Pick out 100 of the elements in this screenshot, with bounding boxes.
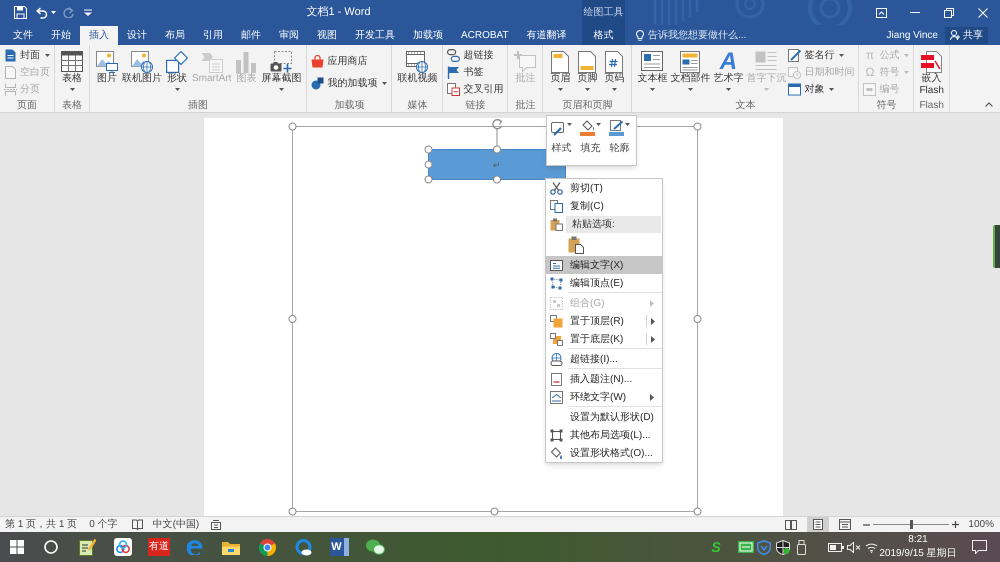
app-tile-button[interactable]: W (330, 538, 348, 556)
undo-icon[interactable] (36, 6, 48, 18)
zoom-slider-track[interactable] (873, 520, 950, 529)
notepad-app-icon[interactable] (78, 538, 96, 556)
resize-handle[interactable] (490, 508, 498, 516)
customize-toolbar-icon[interactable] (84, 9, 92, 16)
search-circle-icon[interactable] (44, 540, 58, 554)
wifi-icon[interactable] (865, 542, 878, 552)
volume-muted-icon[interactable] (846, 542, 860, 552)
resize-handle[interactable] (694, 315, 702, 323)
macro-record-icon[interactable] (211, 520, 222, 530)
menu-item[interactable]: 超链接(I)... (546, 350, 662, 368)
resize-handle[interactable] (288, 315, 296, 323)
object-button[interactable]: 对象 (788, 81, 834, 98)
notifications-icon[interactable] (972, 540, 986, 554)
proofing-icon[interactable] (132, 519, 143, 530)
ribbon-tab[interactable]: 审阅 (270, 26, 308, 45)
menu-item[interactable]: 设置为默认形状(D) (546, 408, 662, 426)
resize-handle[interactable] (288, 122, 296, 130)
shapes-button[interactable]: 形状 (164, 47, 190, 100)
menu-item[interactable]: 编辑文字(X) (546, 256, 662, 274)
menu-item[interactable]: 置于顶层(R) (546, 312, 662, 330)
ribbon-tab[interactable]: ACROBAT (452, 26, 518, 45)
ribbon-tab[interactable]: 有道翻译 (518, 26, 576, 45)
ring-cloud-app-icon[interactable] (294, 538, 312, 556)
battery-icon[interactable] (828, 542, 844, 552)
bookmark-button[interactable]: 书签 (447, 64, 484, 81)
tray-app-icon[interactable] (738, 541, 754, 553)
word-count[interactable]: 0 个字 (89, 517, 118, 532)
my-add-ins-button[interactable]: 我的加载项 (311, 75, 388, 92)
zoom-slider-thumb[interactable] (910, 520, 913, 529)
rotation-handle[interactable] (492, 119, 502, 146)
text-box-button[interactable]: 文本框 (636, 47, 668, 100)
ribbon-tab[interactable]: 布局 (156, 26, 194, 45)
resize-handle[interactable] (694, 508, 702, 516)
input-method-indicator[interactable]: S (711, 539, 721, 555)
menu-item[interactable]: 置于底层(K) (546, 330, 662, 348)
fill-button[interactable]: 填充 (576, 116, 605, 165)
embed-flash-button[interactable]: 嵌入 Flash (918, 47, 945, 100)
zoom-in-icon[interactable] (952, 521, 960, 528)
footer-button[interactable]: 页脚 (574, 47, 600, 100)
store-button[interactable]: 应用商店 (311, 52, 368, 70)
ribbon-tab[interactable]: 设计 (118, 26, 156, 45)
ribbon-tab[interactable]: 插入 (80, 26, 118, 45)
app-tile-button[interactable]: 有道 (148, 538, 170, 556)
page-number-button[interactable]: 页码 (601, 47, 628, 100)
windows-start-icon[interactable] (10, 540, 24, 554)
folder-icon[interactable] (222, 540, 240, 554)
shield-check-icon[interactable] (776, 540, 790, 554)
online-video-button[interactable]: 联机视频 (396, 47, 438, 100)
usb-drive-icon[interactable] (796, 540, 806, 554)
ribbon-display-options-icon[interactable] (876, 8, 886, 18)
collapse-ribbon-icon[interactable] (985, 102, 993, 107)
shield-icon[interactable] (757, 540, 771, 554)
menu-item[interactable]: 插入题注(N)... (546, 370, 662, 388)
close-icon[interactable] (978, 8, 988, 18)
rings-app-icon[interactable] (114, 538, 132, 556)
outline-button[interactable]: 轮廓 (605, 116, 634, 165)
paste-option-button[interactable] (566, 234, 586, 255)
wordart-button[interactable]: A 艺术字 (712, 47, 744, 100)
view-button[interactable] (807, 517, 830, 532)
restore-icon[interactable] (944, 8, 954, 18)
resize-handle[interactable] (288, 508, 296, 516)
style-button[interactable]: 样式 (547, 116, 576, 165)
resize-handle[interactable] (694, 122, 702, 130)
screenshot-button[interactable]: 屏幕截图 (260, 47, 302, 100)
ribbon-tab[interactable]: 加载项 (404, 26, 452, 45)
document-parts-button[interactable]: 文档部件 (669, 47, 712, 100)
ribbon-tab[interactable]: 开始 (42, 26, 80, 45)
ribbon-tab[interactable]: 开发工具 (346, 26, 404, 45)
account-name[interactable]: Jiang Vince (886, 28, 938, 42)
menu-item[interactable]: 剪切(T) (546, 179, 662, 197)
menu-item[interactable]: 编辑顶点(E) (546, 274, 662, 292)
browser-icon[interactable] (258, 538, 276, 556)
table-button[interactable]: 表格 (59, 47, 85, 100)
ribbon-tab[interactable]: 邮件 (232, 26, 270, 45)
signature-line-button[interactable]: 签名行 (788, 47, 844, 64)
clock-date[interactable]: 2019/9/15 星期日 (879, 547, 957, 561)
hyperlink-button[interactable]: 超链接 (447, 47, 494, 64)
ribbon-tab[interactable]: 引用 (194, 26, 232, 45)
cover-page-button[interactable]: 封面 (4, 47, 50, 64)
save-icon[interactable] (14, 6, 27, 19)
resize-handle[interactable] (493, 146, 501, 154)
page-count[interactable]: 第 1 页，共 1 页 (5, 517, 78, 532)
drawing-canvas-frame[interactable] (292, 126, 698, 512)
menu-item[interactable]: 其他布局选项(L)... (546, 426, 662, 444)
ribbon-tab[interactable]: 视图 (308, 26, 346, 45)
online-picture-button[interactable]: 联机图片 (121, 47, 163, 100)
cross-reference-button[interactable]: 交叉引用 (447, 81, 504, 98)
chat-bubbles-icon[interactable] (366, 539, 384, 555)
side-panel-tab[interactable] (993, 225, 1000, 268)
ribbon-tab[interactable]: 文件 (4, 26, 42, 45)
clock-time[interactable]: 8:21 (908, 533, 928, 547)
header-button[interactable]: 页眉 (547, 47, 574, 100)
language[interactable]: 中文(中国) (152, 517, 200, 532)
menu-item[interactable]: 设置形状格式(O)... (546, 444, 662, 462)
tell-me-field[interactable]: 告诉我您想要做什么... (648, 27, 752, 43)
share-button[interactable]: 共享 (945, 26, 988, 44)
resize-handle[interactable] (493, 176, 501, 184)
zoom-level[interactable]: 100% (968, 517, 994, 532)
